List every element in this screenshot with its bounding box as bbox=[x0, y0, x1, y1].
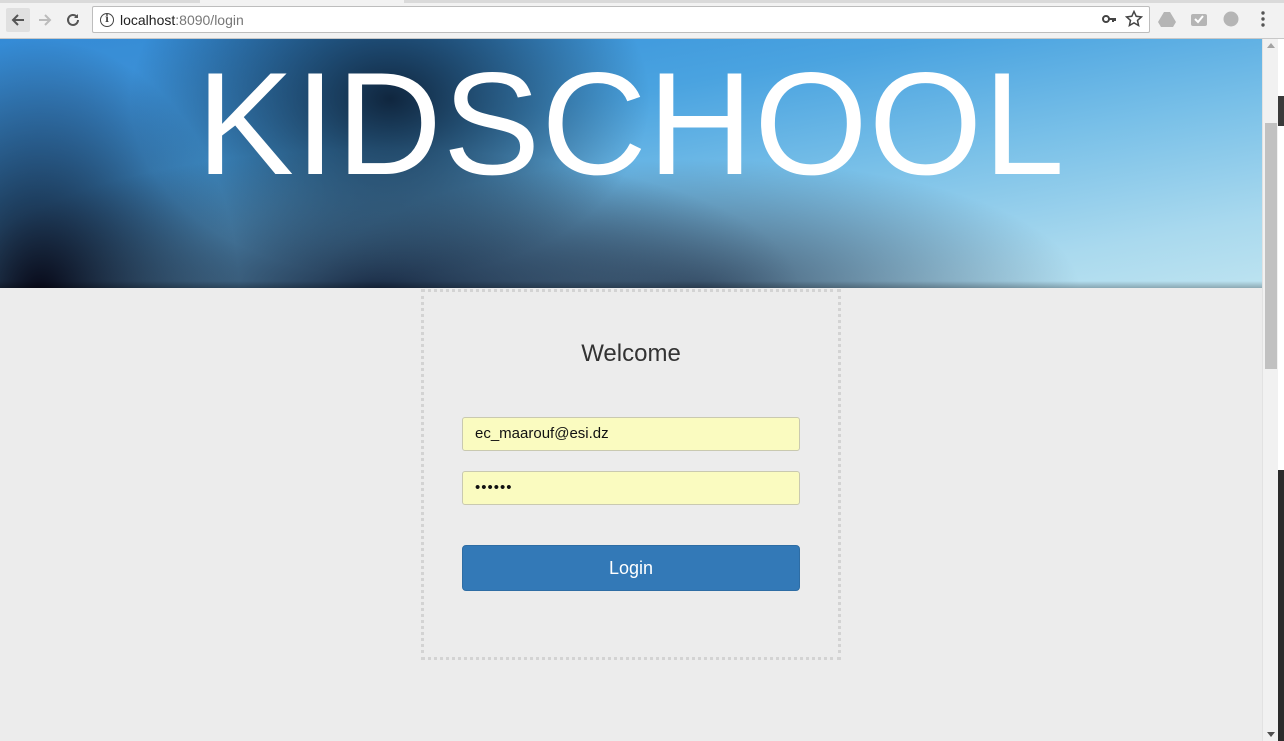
url-host: localhost bbox=[120, 11, 176, 28]
scroll-up-arrow-icon[interactable] bbox=[1267, 43, 1275, 48]
scroll-down-arrow-icon[interactable] bbox=[1267, 732, 1275, 737]
hero-banner: KIDSCHOOL bbox=[0, 39, 1262, 288]
window-edge-dark bbox=[1278, 470, 1284, 741]
drive-icon[interactable] bbox=[1156, 8, 1178, 30]
brand-title: KIDSCHOOL bbox=[196, 42, 1066, 205]
url-text: localhost:8090/login bbox=[120, 12, 244, 28]
address-bar[interactable]: i localhost:8090/login bbox=[92, 6, 1150, 33]
forward-button[interactable] bbox=[33, 8, 57, 32]
star-icon[interactable] bbox=[1125, 10, 1143, 28]
scroll-thumb[interactable] bbox=[1265, 123, 1277, 369]
back-arrow-icon bbox=[11, 14, 24, 26]
window-edge-dark bbox=[1278, 96, 1284, 126]
reload-icon bbox=[67, 13, 79, 26]
password-field[interactable]: •••••• bbox=[462, 471, 800, 505]
login-button[interactable]: Login bbox=[462, 545, 800, 591]
key-icon[interactable] bbox=[1101, 11, 1117, 27]
menu-kebab-icon[interactable] bbox=[1252, 8, 1274, 30]
hero-shadow bbox=[0, 281, 1262, 288]
reload-button[interactable] bbox=[61, 8, 85, 32]
forward-arrow-icon bbox=[39, 14, 52, 26]
page-viewport: KIDSCHOOL Welcome ec_maarouf@esi.dz ••••… bbox=[0, 39, 1262, 741]
vertical-scrollbar[interactable] bbox=[1262, 39, 1278, 741]
url-path: :8090/login bbox=[175, 11, 244, 28]
login-panel: Welcome ec_maarouf@esi.dz •••••• Login bbox=[421, 289, 841, 660]
site-info-icon[interactable]: i bbox=[100, 12, 114, 27]
back-button[interactable] bbox=[6, 8, 30, 32]
tab-strip-edge bbox=[0, 0, 200, 3]
email-field[interactable]: ec_maarouf@esi.dz bbox=[462, 417, 800, 451]
extension-icon[interactable] bbox=[1220, 8, 1242, 30]
browser-toolbar: i localhost:8090/login bbox=[0, 0, 1284, 39]
inbox-icon[interactable] bbox=[1188, 8, 1210, 30]
welcome-heading: Welcome bbox=[581, 340, 681, 367]
tab-strip-edge bbox=[404, 0, 1284, 3]
